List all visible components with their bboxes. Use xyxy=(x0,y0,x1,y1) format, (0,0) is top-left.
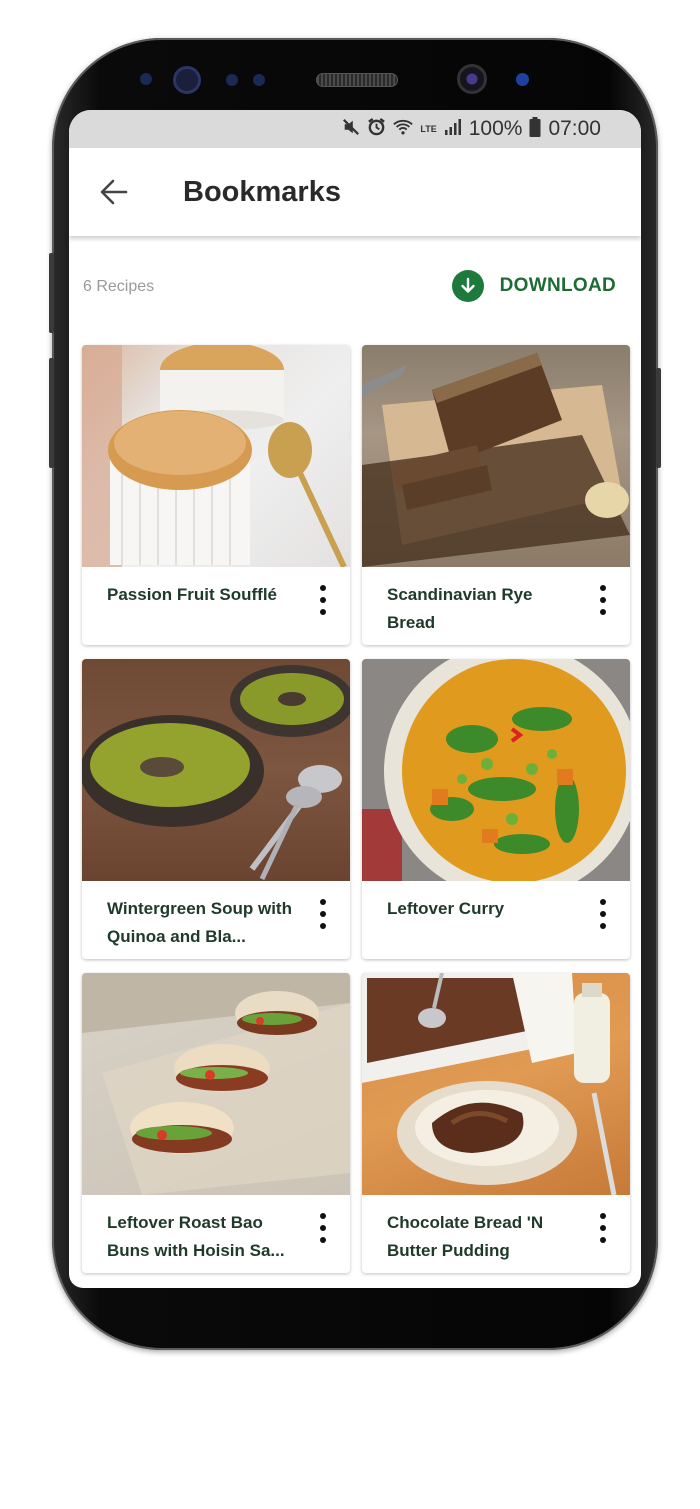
download-label: DOWNLOAD xyxy=(499,275,616,296)
arrow-down-circle-icon xyxy=(451,270,484,302)
sensor-icon xyxy=(226,74,238,86)
recipe-photo xyxy=(82,345,350,567)
recipe-photo xyxy=(82,659,350,881)
recipe-photo xyxy=(362,973,630,1195)
sensor-icon xyxy=(140,73,152,85)
status-bar: LTE 100% 07:00 xyxy=(69,110,641,148)
recipe-card[interactable]: Chocolate Bread 'N Butter Pudding xyxy=(362,973,630,1273)
recipe-grid: Passion Fruit Soufflé Scandinavian Rye B… xyxy=(82,345,630,1273)
page-title: Bookmarks xyxy=(183,175,341,208)
battery-icon xyxy=(529,116,541,142)
more-vert-icon[interactable] xyxy=(598,585,608,615)
recipe-card[interactable]: Passion Fruit Soufflé xyxy=(82,345,350,645)
earpiece-speaker xyxy=(316,73,398,87)
recipe-photo xyxy=(362,659,630,881)
recipe-card[interactable]: Wintergreen Soup with Quinoa and Bla... xyxy=(82,659,350,959)
recipe-count: 6 Recipes xyxy=(83,278,155,295)
iris-camera-icon xyxy=(173,66,201,94)
more-vert-icon[interactable] xyxy=(598,1213,608,1243)
recipe-title: Leftover Roast Bao Buns with Hoisin Sa..… xyxy=(107,1213,285,1260)
screen: LTE 100% 07:00 Bookmarks 6 Recipes DOWNL… xyxy=(69,110,641,1288)
alarm-icon xyxy=(367,117,386,141)
more-vert-icon[interactable] xyxy=(318,585,328,615)
recipe-title: Leftover Curry xyxy=(387,899,505,918)
signal-icon xyxy=(444,118,462,140)
more-vert-icon[interactable] xyxy=(318,1213,328,1243)
app-bar: Bookmarks xyxy=(69,148,641,236)
download-button[interactable]: DOWNLOAD xyxy=(451,270,616,302)
sensor-icon xyxy=(253,74,265,86)
recipe-card[interactable]: Leftover Curry xyxy=(362,659,630,959)
wifi-icon xyxy=(393,118,414,141)
clock: 07:00 xyxy=(548,117,601,140)
recipe-title: Chocolate Bread 'N Butter Pudding xyxy=(387,1213,544,1260)
mute-icon xyxy=(342,118,360,141)
recipe-photo xyxy=(362,345,630,567)
recipe-title: Wintergreen Soup with Quinoa and Bla... xyxy=(107,899,292,946)
recipe-title: Passion Fruit Soufflé xyxy=(107,585,278,604)
network-type: LTE xyxy=(420,123,437,134)
arrow-left-icon[interactable] xyxy=(99,177,129,207)
recipe-title: Scandinavian Rye Bread xyxy=(387,585,533,632)
recipe-photo xyxy=(82,973,350,1195)
volume-button xyxy=(49,253,54,333)
battery-percent: 100% xyxy=(468,117,523,140)
recipe-card[interactable]: Leftover Roast Bao Buns with Hoisin Sa..… xyxy=(82,973,350,1273)
more-vert-icon[interactable] xyxy=(318,899,328,929)
bixby-button xyxy=(49,358,54,468)
more-vert-icon[interactable] xyxy=(598,899,608,929)
sensor-icon xyxy=(516,73,529,86)
recipe-card[interactable]: Scandinavian Rye Bread xyxy=(362,345,630,645)
power-button xyxy=(656,368,661,468)
front-camera-icon xyxy=(457,64,487,94)
